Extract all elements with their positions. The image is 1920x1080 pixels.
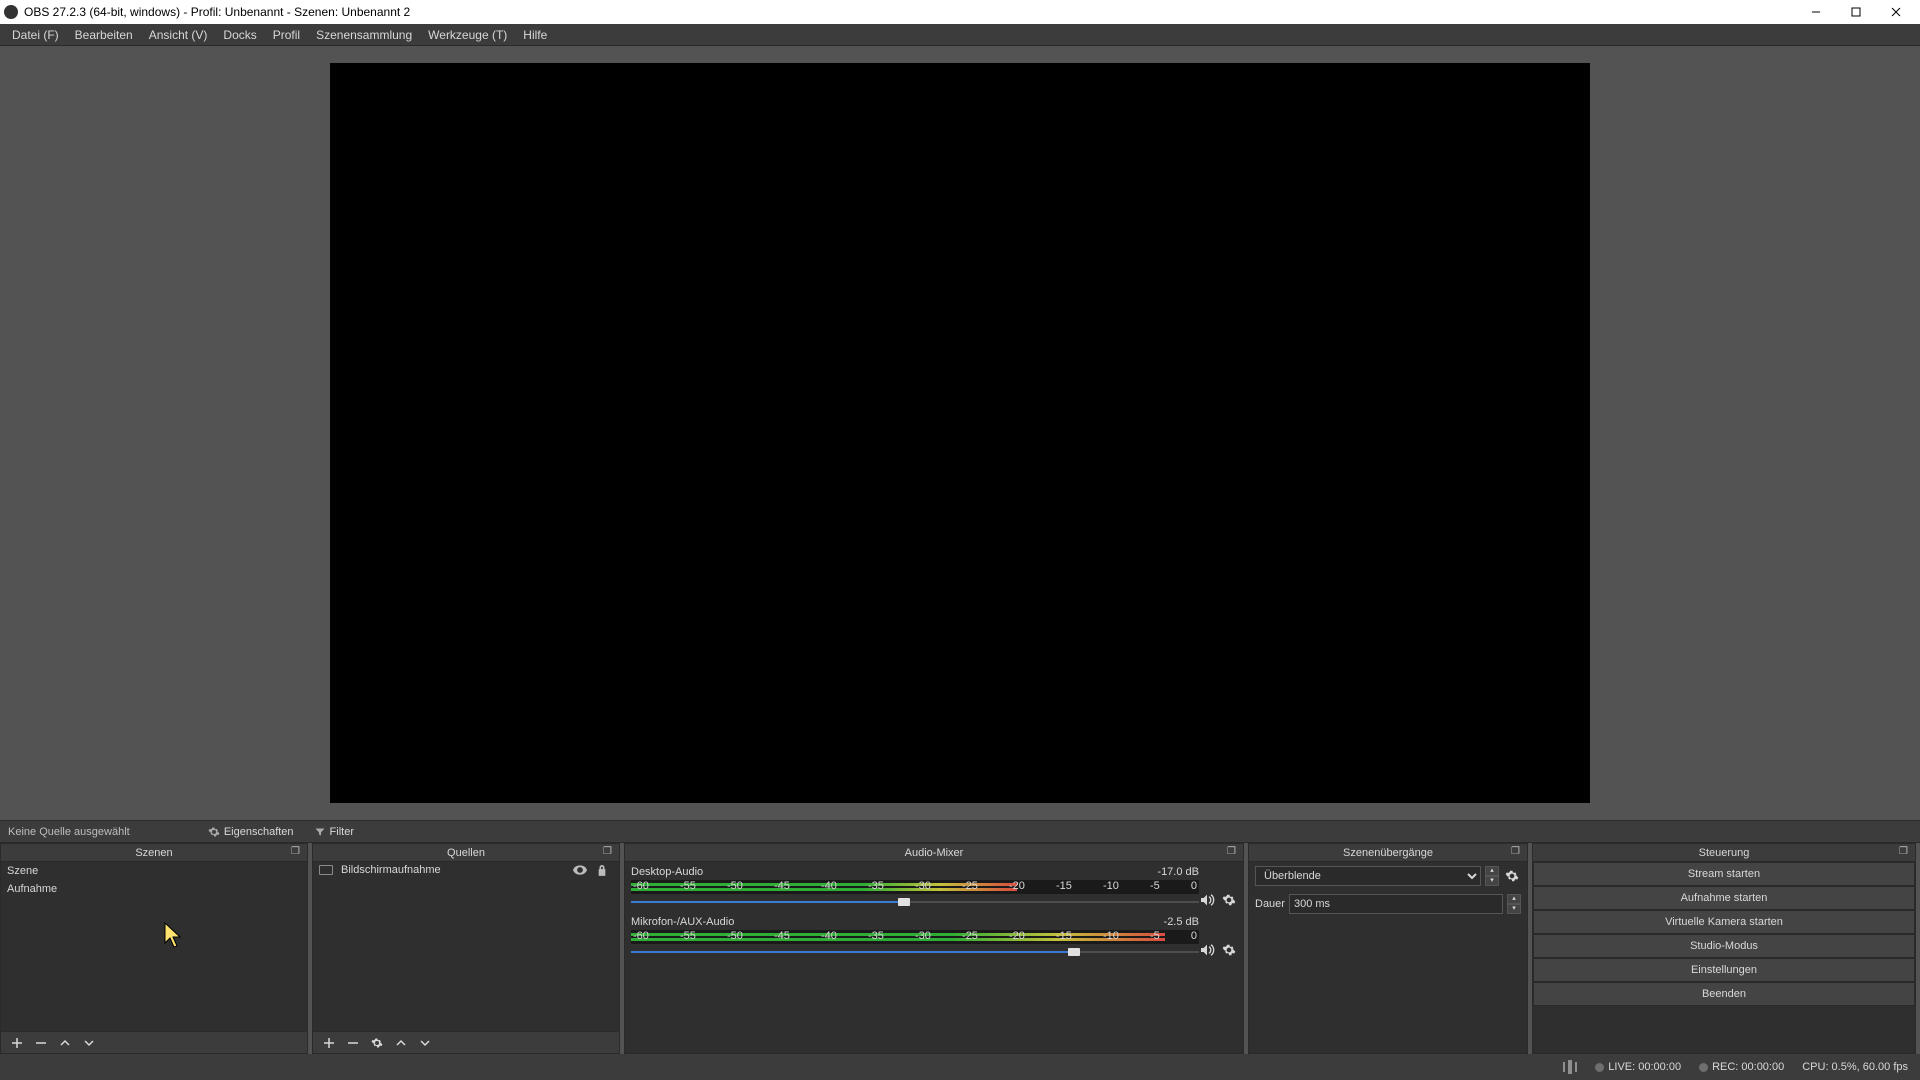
network-icon — [1563, 1061, 1577, 1073]
channel-db: -17.0 dB — [1157, 866, 1199, 878]
title-bar: OBS 27.2.3 (64-bit, windows) - Profil: U… — [0, 0, 1920, 24]
control-button[interactable]: Virtuelle Kamera starten — [1533, 910, 1915, 934]
docks-row: Szenen ❐ SzeneAufnahme Quellen ❐ Bildsch… — [0, 843, 1920, 1054]
source-list[interactable]: Bildschirmaufnahme — [313, 862, 619, 1031]
controls-title: Steuerung — [1699, 847, 1750, 859]
sources-dock: Quellen ❐ Bildschirmaufnahme — [312, 843, 620, 1054]
channel-settings-button[interactable] — [1221, 942, 1237, 958]
control-button[interactable]: Studio-Modus — [1533, 934, 1915, 958]
gear-icon — [208, 826, 220, 838]
duration-input[interactable] — [1289, 894, 1503, 914]
volume-slider[interactable] — [631, 896, 1199, 908]
scenes-dock: Szenen ❐ SzeneAufnahme — [0, 843, 308, 1054]
control-button[interactable]: Aufnahme starten — [1533, 886, 1915, 910]
channel-name: Mikrofon-/AUX-Audio — [631, 916, 734, 928]
menu-scene-collection[interactable]: Szenensammlung — [308, 26, 420, 44]
source-toolbar: Keine Quelle ausgewählt Eigenschaften Fi… — [0, 820, 1920, 843]
mixer-channel: Mikrofon-/AUX-Audio -2.5 dB -60-55-50-45-4… — [625, 912, 1243, 962]
control-button[interactable]: Stream starten — [1533, 862, 1915, 886]
display-capture-icon — [319, 865, 333, 875]
transitions-dock: Szenenübergänge ❐ Überblende ▴▾ Dauer ▴▾ — [1248, 843, 1528, 1054]
controls-list: Stream startenAufnahme startenVirtuelle … — [1533, 862, 1915, 1053]
properties-label: Eigenschaften — [224, 826, 294, 838]
mixer-body: Desktop-Audio -17.0 dB -60-55-50-45-40-35-… — [625, 862, 1243, 1053]
transition-spin[interactable]: ▴▾ — [1485, 866, 1499, 886]
menu-file[interactable]: Datei (F) — [4, 26, 67, 44]
mixer-channel: Desktop-Audio -17.0 dB -60-55-50-45-40-35-… — [625, 862, 1243, 912]
source-up-button[interactable] — [393, 1035, 409, 1051]
control-button[interactable]: Einstellungen — [1533, 958, 1915, 982]
popout-icon[interactable]: ❐ — [291, 846, 303, 858]
scene-item[interactable]: Aufnahme — [1, 880, 307, 898]
lock-toggle[interactable] — [597, 864, 613, 876]
app-logo-icon — [4, 5, 18, 19]
status-live: LIVE: 00:00:00 — [1595, 1061, 1681, 1073]
menu-docks[interactable]: Docks — [215, 26, 264, 44]
add-scene-button[interactable] — [9, 1035, 25, 1051]
preview-area — [0, 46, 1920, 820]
add-source-button[interactable] — [321, 1035, 337, 1051]
transition-settings-button[interactable] — [1503, 867, 1521, 885]
source-down-button[interactable] — [417, 1035, 433, 1051]
popout-icon[interactable]: ❐ — [1227, 846, 1239, 858]
scene-list[interactable]: SzeneAufnahme — [1, 862, 307, 1031]
preview-canvas[interactable] — [330, 63, 1590, 803]
menu-tools[interactable]: Werkzeuge (T) — [420, 26, 515, 44]
filter-label: Filter — [330, 826, 354, 838]
audio-mixer-dock: Audio-Mixer ❐ Desktop-Audio -17.0 dB -60-5… — [624, 843, 1244, 1054]
visibility-toggle[interactable] — [573, 865, 589, 875]
menu-view[interactable]: Ansicht (V) — [141, 26, 216, 44]
popout-icon[interactable]: ❐ — [1899, 846, 1911, 858]
source-properties-button[interactable] — [369, 1035, 385, 1051]
scenes-title: Szenen — [135, 847, 172, 859]
level-meter: -60-55-50-45-40-35-30-25-20-15-10-50 — [631, 880, 1199, 894]
scene-up-button[interactable] — [57, 1035, 73, 1051]
status-rec: REC: 00:00:00 — [1699, 1061, 1784, 1073]
status-bar: LIVE: 00:00:00 REC: 00:00:00 CPU: 0.5%, … — [0, 1054, 1920, 1080]
no-source-label: Keine Quelle ausgewählt — [4, 826, 134, 838]
source-item[interactable]: Bildschirmaufnahme — [313, 862, 619, 878]
maximize-button[interactable] — [1836, 0, 1876, 24]
close-button[interactable] — [1876, 0, 1916, 24]
mute-button[interactable] — [1199, 892, 1215, 908]
menu-bar: Datei (F) Bearbeiten Ansicht (V) Docks P… — [0, 24, 1920, 46]
channel-name: Desktop-Audio — [631, 866, 703, 878]
popout-icon[interactable]: ❐ — [1511, 846, 1523, 858]
scene-down-button[interactable] — [81, 1035, 97, 1051]
remove-source-button[interactable] — [345, 1035, 361, 1051]
level-meter: -60-55-50-45-40-35-30-25-20-15-10-50 — [631, 930, 1199, 944]
filter-button[interactable]: Filter — [306, 824, 362, 840]
transitions-title: Szenenübergänge — [1343, 847, 1433, 859]
duration-spin[interactable]: ▴▾ — [1507, 894, 1521, 914]
volume-slider[interactable] — [631, 946, 1199, 958]
control-button[interactable]: Beenden — [1533, 982, 1915, 1006]
remove-scene-button[interactable] — [33, 1035, 49, 1051]
scene-item[interactable]: Szene — [1, 862, 307, 880]
controls-dock: Steuerung ❐ Stream startenAufnahme start… — [1532, 843, 1916, 1054]
duration-label: Dauer — [1255, 898, 1285, 910]
transitions-body: Überblende ▴▾ Dauer ▴▾ — [1249, 862, 1527, 1053]
sources-title: Quellen — [447, 847, 485, 859]
filter-icon — [314, 826, 326, 838]
mixer-title: Audio-Mixer — [905, 847, 964, 859]
menu-help[interactable]: Hilfe — [515, 26, 555, 44]
mute-button[interactable] — [1199, 942, 1215, 958]
popout-icon[interactable]: ❐ — [603, 846, 615, 858]
status-cpu: CPU: 0.5%, 60.00 fps — [1802, 1061, 1908, 1073]
channel-db: -2.5 dB — [1164, 916, 1199, 928]
source-label: Bildschirmaufnahme — [341, 864, 565, 876]
channel-settings-button[interactable] — [1221, 892, 1237, 908]
menu-profile[interactable]: Profil — [265, 26, 308, 44]
window-title: OBS 27.2.3 (64-bit, windows) - Profil: U… — [24, 5, 1796, 19]
properties-button[interactable]: Eigenschaften — [200, 824, 302, 840]
transition-select[interactable]: Überblende — [1255, 866, 1481, 886]
minimize-button[interactable] — [1796, 0, 1836, 24]
menu-edit[interactable]: Bearbeiten — [67, 26, 141, 44]
